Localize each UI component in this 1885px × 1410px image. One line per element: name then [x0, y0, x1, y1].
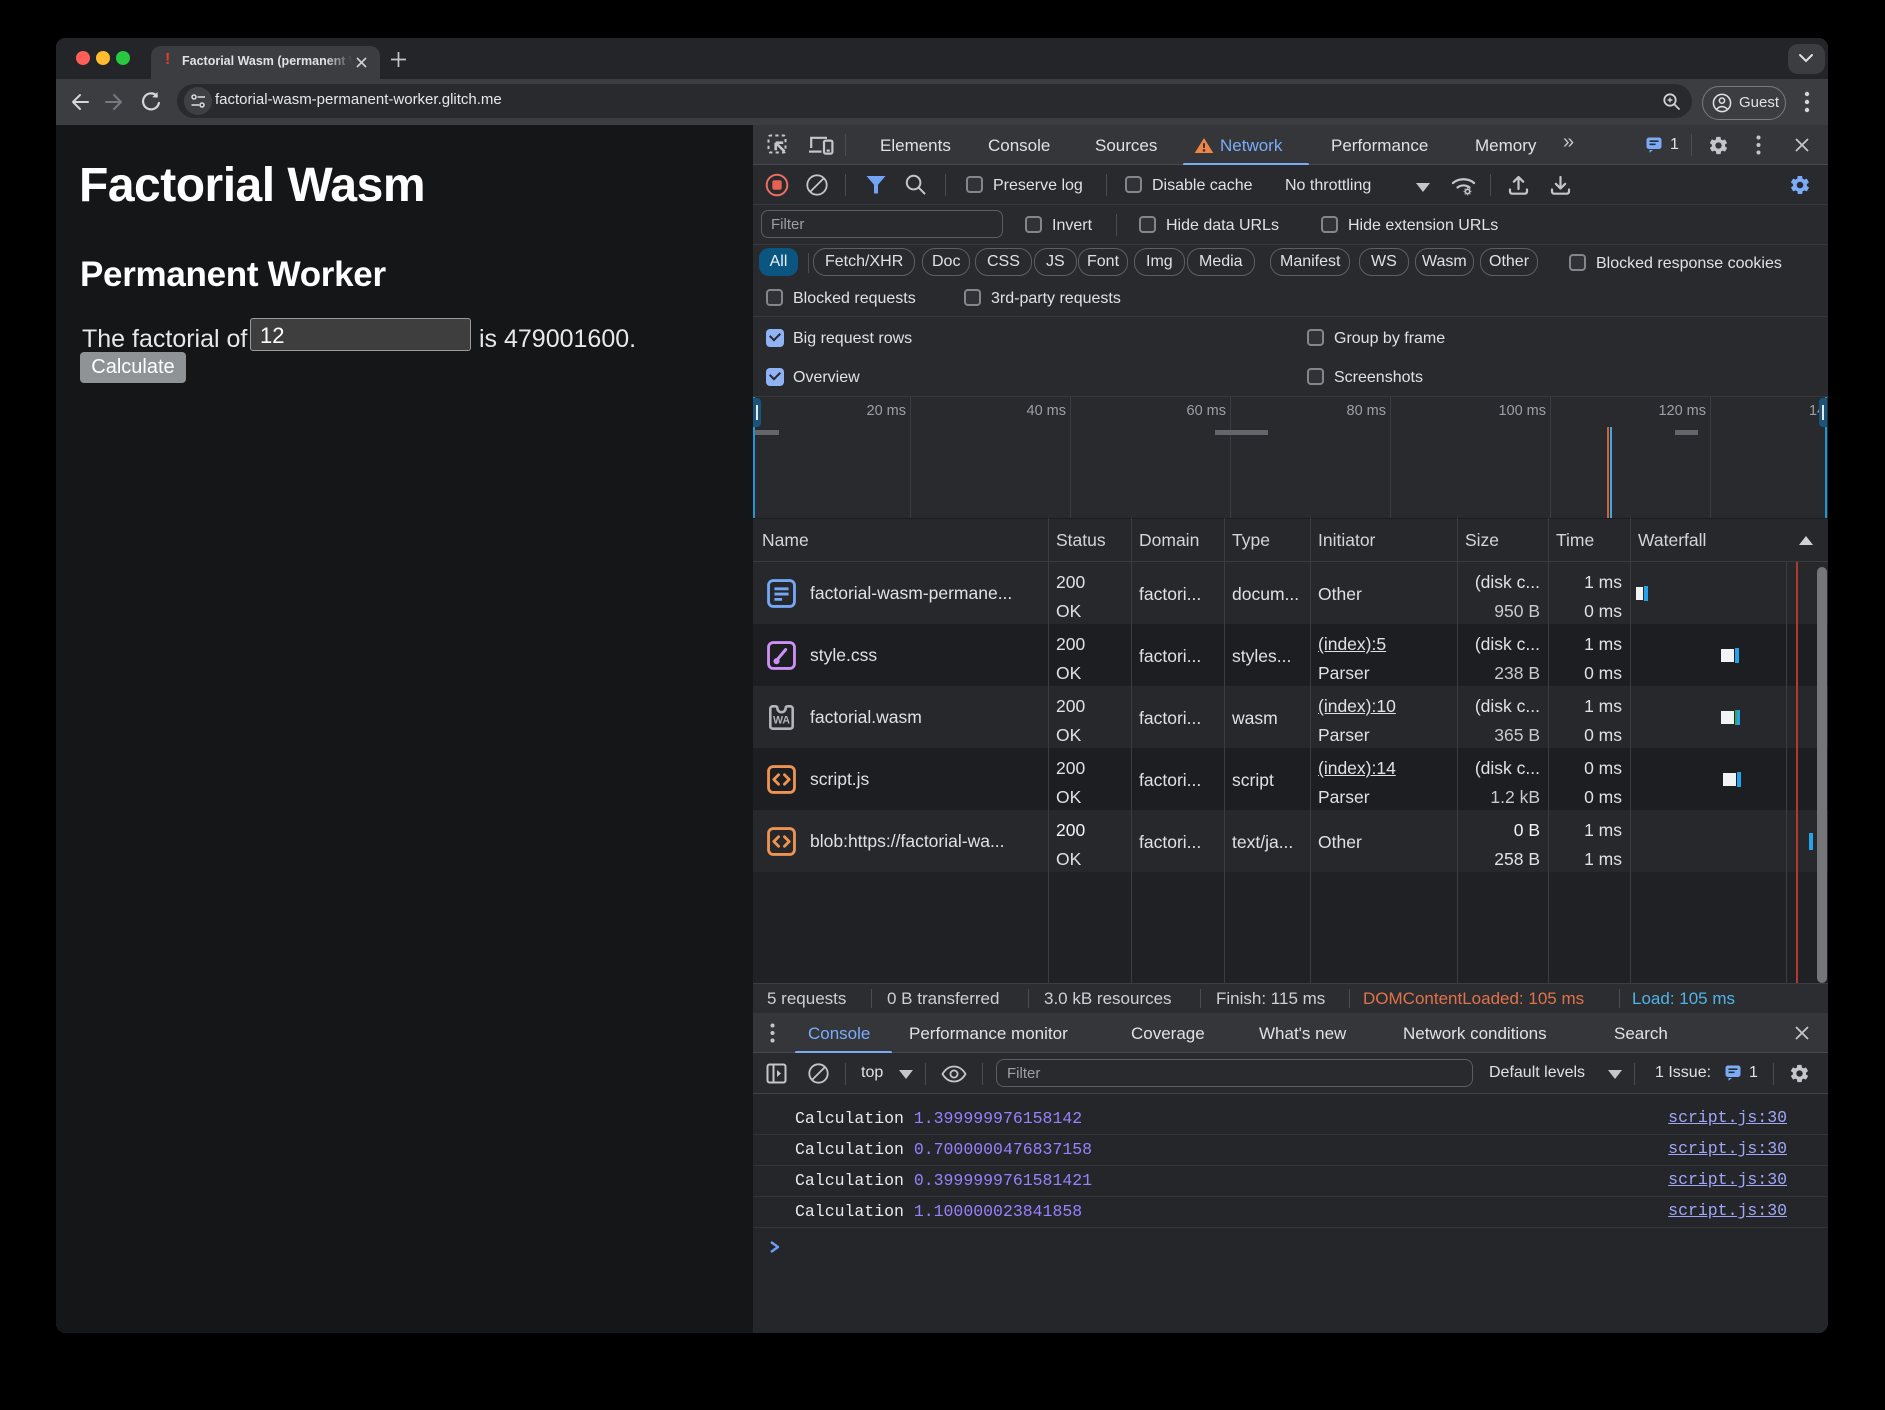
svg-text:WA: WA [773, 714, 790, 726]
